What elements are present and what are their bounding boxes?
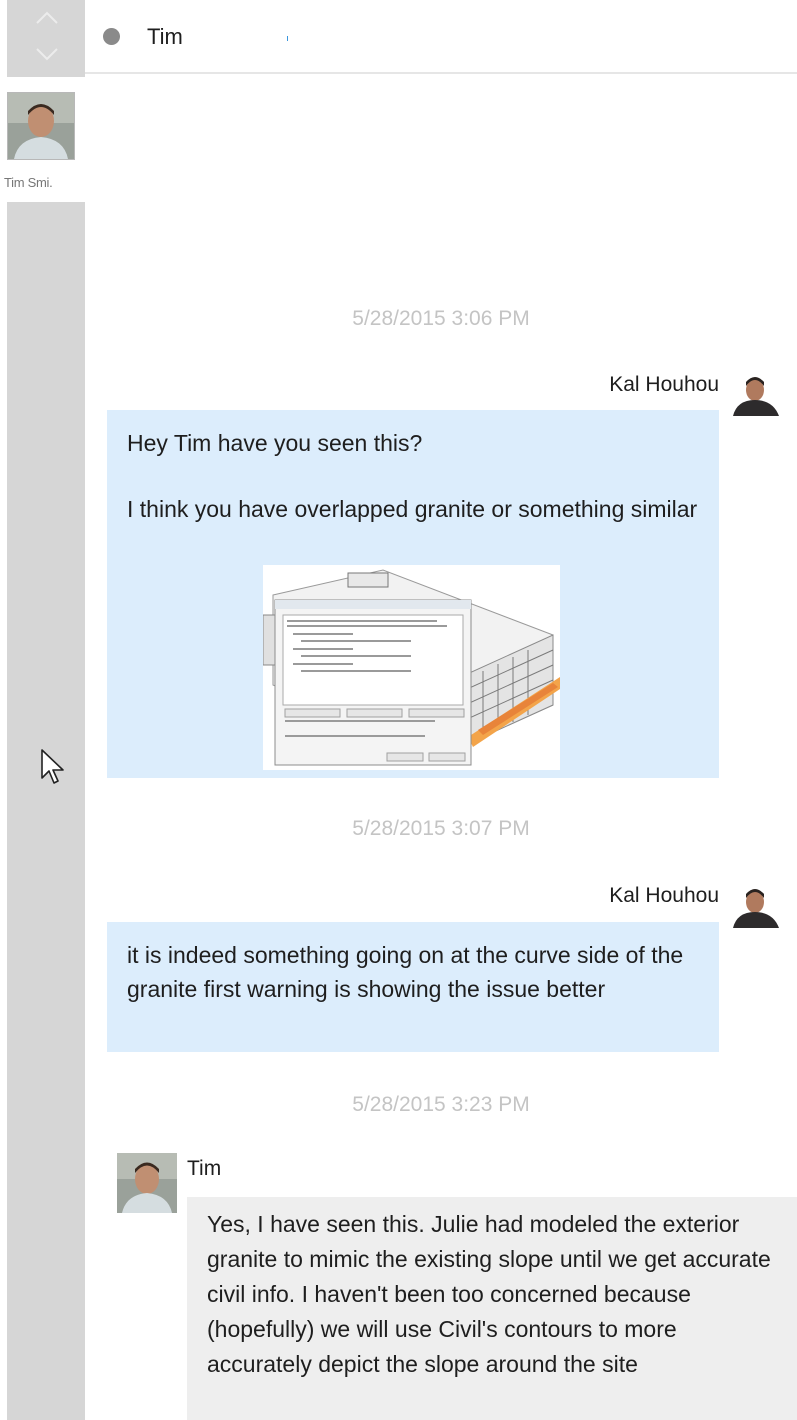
presence-dot-icon bbox=[103, 28, 120, 45]
sender-avatar bbox=[733, 374, 787, 416]
message-timestamp: 5/28/2015 3:23 PM bbox=[352, 1093, 530, 1116]
sender-avatar bbox=[117, 1153, 177, 1213]
conversation-title[interactable]: Tim bbox=[147, 24, 183, 50]
conversation-nav-rail bbox=[7, 0, 85, 77]
message-text: Hey Tim have you seen this? bbox=[127, 430, 423, 456]
image-attachment[interactable] bbox=[263, 565, 560, 770]
message-text: Yes, I have seen this. Julie had modeled… bbox=[207, 1211, 771, 1377]
sender-avatar bbox=[733, 886, 787, 928]
message-timestamp: 5/28/2015 3:07 PM bbox=[352, 817, 530, 840]
conversation-header: Tim bbox=[85, 0, 797, 74]
contact-name-label: Tim Smi. bbox=[4, 175, 53, 190]
message-sender: Tim bbox=[187, 1157, 222, 1180]
text-caret bbox=[287, 36, 288, 41]
message-text: I think you have overlapped granite or s… bbox=[127, 496, 698, 522]
contact-avatar[interactable] bbox=[7, 92, 75, 160]
message-bubble-outgoing[interactable]: it is indeed something going on at the c… bbox=[107, 922, 719, 1052]
message-sender: Kal Houhou bbox=[609, 884, 719, 907]
message-text: it is indeed something going on at the c… bbox=[127, 942, 684, 1002]
message-timestamp: 5/28/2015 3:06 PM bbox=[352, 307, 530, 330]
message-sender: Kal Houhou bbox=[609, 373, 719, 396]
message-bubble-incoming[interactable]: Yes, I have seen this. Julie had modeled… bbox=[187, 1197, 797, 1420]
chevron-up-icon[interactable] bbox=[34, 10, 60, 26]
sidebar-empty-area bbox=[7, 202, 85, 1420]
chevron-down-icon[interactable] bbox=[34, 46, 60, 62]
mouse-cursor-icon bbox=[41, 749, 64, 784]
